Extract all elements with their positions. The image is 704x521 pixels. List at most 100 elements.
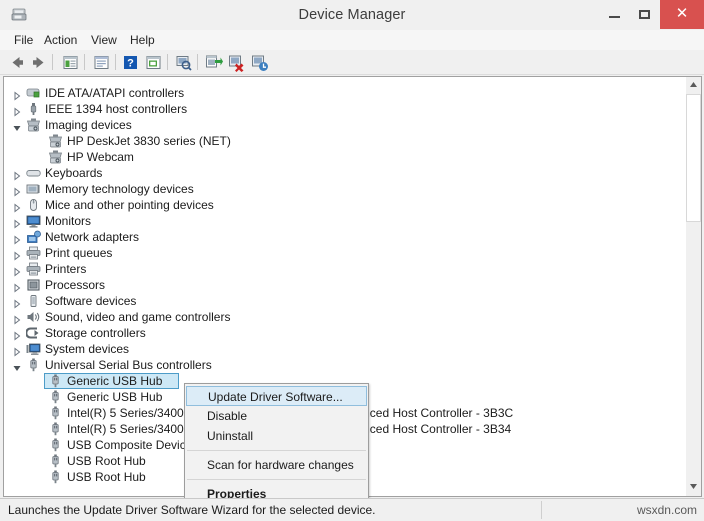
usb-icon bbox=[48, 422, 63, 436]
tree-row-label: Software devices bbox=[45, 294, 137, 308]
chevron-right-icon[interactable] bbox=[12, 280, 22, 293]
scroll-up-button[interactable] bbox=[686, 77, 701, 94]
help-icon[interactable]: ? bbox=[121, 53, 140, 72]
watermark: wsxdn.com bbox=[636, 503, 697, 517]
scan-hardware-icon[interactable] bbox=[250, 53, 269, 72]
toolbar-separator-4 bbox=[167, 54, 168, 70]
monitor-icon bbox=[26, 214, 41, 228]
toolbar: ? bbox=[0, 50, 704, 75]
scan-devices-icon[interactable] bbox=[174, 53, 193, 72]
properties-icon[interactable] bbox=[92, 53, 111, 72]
usb-icon bbox=[48, 374, 63, 388]
toolbar-separator-2 bbox=[84, 54, 85, 70]
status-message: Launches the Update Driver Software Wiza… bbox=[8, 503, 376, 517]
menu-file[interactable]: File bbox=[8, 30, 39, 50]
context-menu-item[interactable]: Uninstall bbox=[185, 426, 368, 446]
scrollbar-thumb[interactable] bbox=[686, 94, 701, 222]
chevron-right-icon[interactable] bbox=[12, 88, 22, 101]
tree-row-label: Storage controllers bbox=[45, 326, 146, 340]
network-icon bbox=[26, 230, 41, 244]
chevron-right-icon[interactable] bbox=[12, 264, 22, 277]
uninstall-device-icon[interactable] bbox=[227, 53, 246, 72]
usb-icon bbox=[48, 438, 63, 452]
tree-row-label: Generic USB Hub bbox=[67, 390, 163, 404]
device-context-menu[interactable]: Update Driver Software... Disable Uninstal… bbox=[184, 383, 369, 508]
maximize-icon bbox=[639, 10, 650, 19]
system-device-icon bbox=[26, 342, 41, 356]
imaging-device-icon bbox=[48, 134, 63, 148]
context-menu-item[interactable]: Scan for hardware changes bbox=[185, 455, 368, 475]
scrollbar-track[interactable] bbox=[686, 94, 701, 481]
chevron-right-icon[interactable] bbox=[12, 104, 22, 117]
maximize-button[interactable] bbox=[630, 0, 660, 29]
minimize-button[interactable] bbox=[600, 0, 630, 29]
tree-row-label: Universal Serial Bus controllers bbox=[45, 358, 212, 372]
menu-help[interactable]: Help bbox=[124, 30, 161, 50]
tree-row-label: Imaging devices bbox=[45, 118, 132, 132]
menu-bar: File Action View Help bbox=[0, 30, 704, 50]
context-menu-separator bbox=[187, 450, 366, 451]
usb-icon bbox=[48, 390, 63, 404]
chevron-right-icon[interactable] bbox=[12, 216, 22, 229]
back-icon[interactable] bbox=[8, 53, 27, 72]
usb-icon bbox=[48, 406, 63, 420]
tree-row-label: USB Root Hub bbox=[67, 470, 146, 484]
chevron-down-icon[interactable] bbox=[12, 120, 22, 131]
chevron-right-icon[interactable] bbox=[12, 312, 22, 325]
usb-icon bbox=[26, 358, 41, 372]
toolbar-separator-1 bbox=[52, 54, 53, 70]
chevron-right-icon[interactable] bbox=[12, 200, 22, 213]
tree-row-label: IDE ATA/ATAPI controllers bbox=[45, 86, 185, 100]
software-device-icon bbox=[26, 294, 41, 308]
tree-row-label: Network adapters bbox=[45, 230, 140, 244]
chevron-right-icon[interactable] bbox=[12, 344, 22, 357]
svg-text:?: ? bbox=[127, 58, 134, 70]
tree-row-label: Mice and other pointing devices bbox=[45, 198, 214, 212]
ieee1394-icon bbox=[26, 102, 41, 116]
tree-row-label: Print queues bbox=[45, 246, 113, 260]
memory-icon bbox=[26, 182, 41, 196]
menu-view[interactable]: View bbox=[85, 30, 123, 50]
menu-action[interactable]: Action bbox=[38, 30, 83, 50]
close-icon: ✕ bbox=[675, 5, 689, 22]
chevron-right-icon[interactable] bbox=[12, 232, 22, 245]
tree-row-label: Processors bbox=[45, 278, 106, 292]
chevron-right-icon[interactable] bbox=[12, 296, 22, 309]
tree-row-label: Printers bbox=[45, 262, 87, 276]
tree-row-label: HP Webcam bbox=[67, 150, 134, 164]
tree-row-label: Generic USB Hub bbox=[67, 374, 163, 388]
tree-row-label: System devices bbox=[45, 342, 130, 356]
window-title: Device Manager bbox=[298, 7, 406, 23]
vertical-scrollbar[interactable] bbox=[686, 76, 702, 497]
storage-icon bbox=[25, 326, 41, 340]
update-driver-icon[interactable] bbox=[204, 53, 223, 72]
tree-row-label: Sound, video and game controllers bbox=[45, 310, 231, 324]
scroll-down-button[interactable] bbox=[686, 479, 701, 496]
console-icon[interactable] bbox=[144, 53, 163, 72]
device-manager-window: Device Manager ✕ File Action View Help ?… bbox=[0, 0, 704, 521]
ide-controller-icon bbox=[26, 86, 41, 100]
tree-row-label: USB Composite Device bbox=[67, 438, 193, 452]
mouse-icon bbox=[26, 198, 41, 212]
sound-icon bbox=[26, 310, 41, 324]
chevron-right-icon[interactable] bbox=[12, 184, 22, 197]
close-button[interactable]: ✕ bbox=[660, 0, 704, 29]
usb-icon bbox=[48, 470, 63, 484]
tree-row-label: IEEE 1394 host controllers bbox=[45, 102, 188, 116]
imaging-device-icon bbox=[26, 118, 41, 132]
chevron-down-icon[interactable] bbox=[12, 360, 22, 371]
imaging-device-icon bbox=[48, 150, 63, 164]
usb-icon bbox=[48, 454, 63, 468]
chevron-right-icon[interactable] bbox=[12, 248, 22, 261]
tree-row-label: Keyboards bbox=[45, 166, 103, 180]
printer-icon bbox=[26, 246, 41, 260]
context-menu-item[interactable]: Disable bbox=[185, 406, 368, 426]
chevron-right-icon[interactable] bbox=[12, 328, 22, 341]
keyboard-icon bbox=[26, 166, 41, 180]
tree-row-label: Memory technology devices bbox=[45, 182, 194, 196]
show-hidden-devices-icon[interactable] bbox=[61, 53, 80, 72]
chevron-right-icon[interactable] bbox=[12, 168, 22, 181]
context-menu-item[interactable]: Update Driver Software... bbox=[186, 386, 367, 406]
context-menu-separator bbox=[187, 479, 366, 480]
forward-icon[interactable] bbox=[29, 53, 48, 72]
